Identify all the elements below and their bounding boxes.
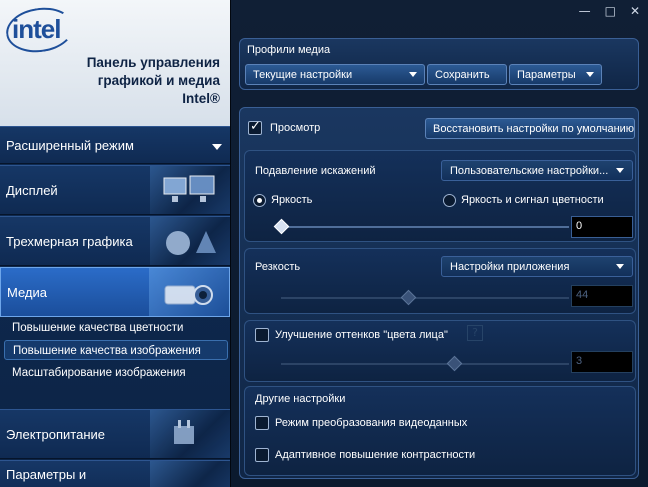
sidebar-item-display[interactable]: Дисплей: [0, 165, 230, 215]
radio-brightness-label: Яркость: [271, 194, 313, 206]
preview-checkbox[interactable]: [248, 119, 262, 135]
sidebar-item-label: Дисплей: [6, 182, 58, 198]
main-content: — □ ✕ Профили медиа Текущие настройки Со…: [230, 0, 648, 487]
noise-reduction-label: Подавление искажений: [255, 165, 376, 177]
other-settings-section: Другие настройки Режим преобразования ви…: [244, 386, 636, 476]
noise-reduction-section: Подавление искажений Пользовательские на…: [244, 150, 636, 242]
app-title-line-2: графикой и медиа: [97, 73, 220, 88]
radio-brightness-color-label: Яркость и сигнал цветности: [461, 194, 604, 206]
params-button[interactable]: Параметры: [509, 64, 602, 85]
power-plug-icon: [150, 410, 230, 458]
sharpness-select[interactable]: Настройки приложения: [441, 256, 633, 277]
skin-tone-section: Улучшение оттенков "цвета лица" ? 3: [244, 320, 636, 382]
app-title: Панель управления графикой и медиа Intel…: [20, 54, 220, 108]
chevron-down-icon: [586, 72, 594, 77]
save-profile-button[interactable]: Сохранить: [427, 64, 507, 85]
sidebar-item-label: Параметры и: [6, 467, 87, 482]
monitors-icon: [150, 166, 230, 214]
noise-slider-track[interactable]: [281, 226, 569, 228]
radio-brightness-color[interactable]: [443, 194, 456, 207]
intel-logo: intel: [12, 14, 61, 44]
app-title-line-1: Панель управления: [86, 55, 220, 70]
video-mode-label: Режим преобразования видеоданных: [275, 417, 468, 429]
profile-select[interactable]: Текущие настройки: [245, 64, 425, 85]
skin-tone-label: Улучшение оттенков "цвета лица": [275, 329, 448, 341]
settings-icon: [150, 461, 230, 487]
radio-brightness[interactable]: [253, 194, 266, 207]
chevron-down-icon: [409, 72, 417, 77]
sub-item-image-scaling[interactable]: Масштабирование изображения: [4, 363, 228, 383]
skin-tone-value-field[interactable]: 3: [571, 351, 633, 373]
sidebar-item-label: Трехмерная графика: [6, 233, 133, 249]
sharpness-section: Резкость Настройки приложения 44: [244, 248, 636, 314]
sharpness-value-field[interactable]: 44: [571, 285, 633, 307]
sharpness-slider-track[interactable]: [281, 297, 569, 299]
noise-reduction-select-value: Пользовательские настройки...: [450, 164, 609, 177]
sidebar: intel Панель управления графикой и медиа…: [0, 0, 230, 487]
help-icon: ?: [467, 325, 483, 341]
advanced-mode-label: Расширенный режим: [6, 137, 134, 153]
adaptive-contrast-label: Адаптивное повышение контрастности: [275, 449, 476, 461]
close-icon[interactable]: ✕: [630, 4, 640, 18]
adaptive-contrast-checkbox[interactable]: [255, 448, 269, 462]
restore-defaults-label: Восстановить настройки по умолчанию: [433, 122, 635, 135]
sidebar-item-options[interactable]: Параметры и: [0, 460, 230, 487]
preview-label: Просмотр: [270, 122, 321, 134]
app-title-line-3: Intel®: [182, 91, 220, 106]
noise-reduction-select[interactable]: Пользовательские настройки...: [441, 160, 633, 181]
sharpness-slider-handle[interactable]: [400, 289, 416, 306]
sidebar-item-3d[interactable]: Трехмерная графика: [0, 216, 230, 266]
chevron-down-icon: [616, 264, 624, 269]
media-profiles-panel: Профили медиа Текущие настройки Сохранит…: [239, 38, 639, 90]
noise-value-field[interactable]: 0: [571, 216, 633, 238]
settings-panel: Просмотр Восстановить настройки по умолч…: [239, 107, 639, 479]
3d-shapes-icon: [150, 217, 230, 265]
sidebar-item-label: Электропитание: [6, 426, 105, 442]
media-profiles-title: Профили медиа: [247, 44, 331, 56]
params-label: Параметры: [517, 68, 576, 81]
minimize-icon[interactable]: —: [579, 4, 591, 18]
skin-tone-slider-track[interactable]: [281, 363, 569, 365]
sharpness-select-value: Настройки приложения: [450, 260, 570, 273]
restore-defaults-button[interactable]: Восстановить настройки по умолчанию: [425, 118, 635, 139]
save-profile-label: Сохранить: [435, 68, 490, 81]
brand-header: intel Панель управления графикой и медиа…: [0, 0, 230, 126]
maximize-icon[interactable]: □: [605, 4, 616, 18]
sidebar-item-power[interactable]: Электропитание: [0, 409, 230, 459]
sharpness-label: Резкость: [255, 261, 301, 273]
skin-tone-checkbox[interactable]: [255, 328, 269, 342]
skin-tone-slider-handle[interactable]: [446, 355, 463, 372]
chevron-down-icon: [212, 144, 222, 150]
video-camera-icon: [149, 268, 229, 316]
video-mode-checkbox[interactable]: [255, 416, 269, 430]
profile-select-value: Текущие настройки: [253, 68, 353, 81]
sub-item-color-enhancement[interactable]: Повышение качества цветности: [4, 318, 228, 338]
advanced-mode-dropdown[interactable]: Расширенный режим: [0, 126, 230, 164]
sidebar-item-media[interactable]: Медиа: [0, 267, 230, 317]
noise-slider-handle[interactable]: [273, 218, 290, 235]
window-controls: — □ ✕: [579, 4, 640, 18]
other-settings-title: Другие настройки: [255, 393, 346, 405]
sub-item-image-enhancement[interactable]: Повышение качества изображения: [4, 340, 228, 360]
chevron-down-icon: [616, 168, 624, 173]
sidebar-item-label: Медиа: [7, 284, 47, 300]
